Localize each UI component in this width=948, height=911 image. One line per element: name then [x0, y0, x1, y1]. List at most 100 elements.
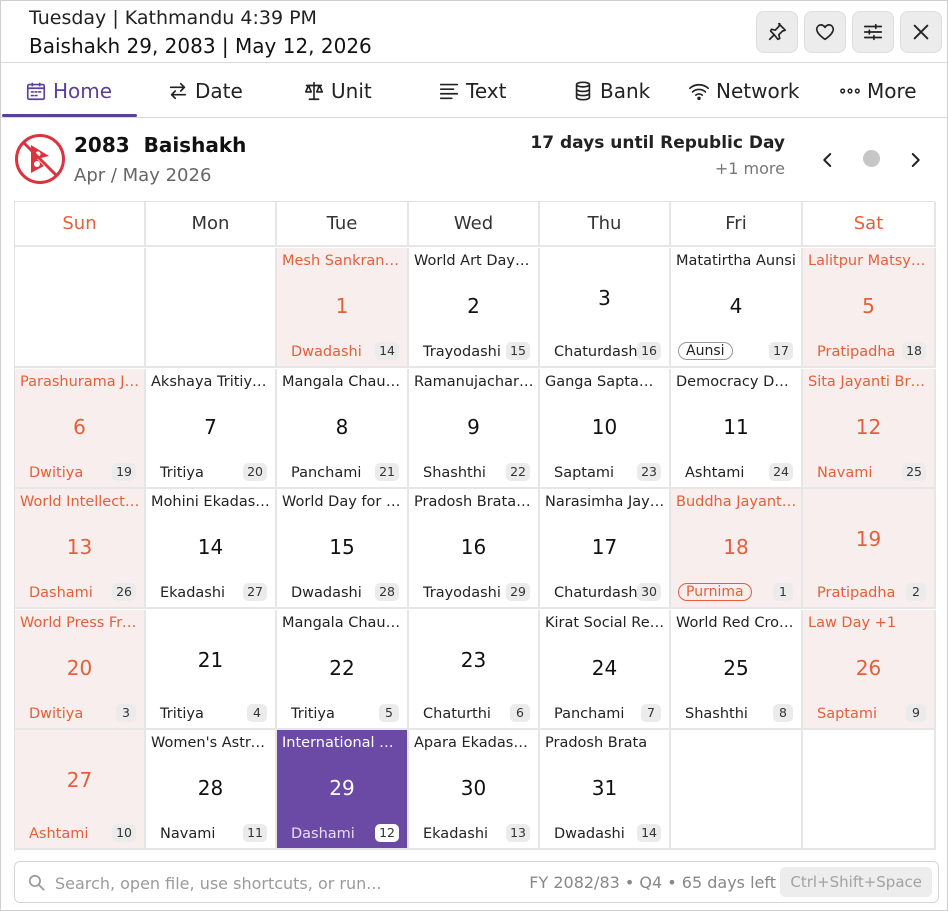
tab-unit-label: Unit — [331, 79, 372, 103]
day-cell[interactable]: Kirat Social Refo... 24 Panchami 7 — [540, 609, 671, 730]
day-cell[interactable]: World Intellectu... 13 Dashami 26 — [15, 489, 146, 609]
day-event: Apara Ekadashi... — [414, 735, 534, 751]
day-cell[interactable]: Ramanujachary... 9 Shashthi 22 — [409, 368, 540, 489]
next-month-button[interactable] — [900, 145, 930, 175]
day-number: 29 — [329, 776, 355, 800]
day-cell[interactable]: 19 Pratipadha 2 — [803, 489, 936, 609]
day-cell[interactable]: Lalitpur Matsye... 5 Pratipadha 18 — [803, 248, 936, 368]
month-title: 2083 Baishakh — [74, 133, 247, 157]
day-event: International N... — [282, 735, 403, 751]
tab-more[interactable]: More — [839, 64, 917, 118]
day-tithi: Saptami — [817, 705, 878, 722]
chevron-left-icon — [823, 153, 832, 167]
day-cell[interactable]: Buddha Jayanti... 18 Purnima 1 — [671, 489, 803, 609]
day-number: 14 — [197, 535, 224, 559]
more-events-link[interactable]: +1 more — [715, 159, 785, 178]
day-cell[interactable]: 21 Tritiya 4 — [146, 609, 277, 730]
day-cell[interactable]: Apara Ekadashi... 30 Ekadashi 13 — [409, 730, 540, 850]
upcoming-event[interactable]: 17 days until Republic Day — [530, 133, 785, 153]
day-event: Lalitpur Matsye... — [808, 253, 930, 269]
day-number: 9 — [467, 414, 480, 439]
tab-date[interactable]: Date — [167, 64, 243, 118]
prev-month-button[interactable] — [813, 145, 843, 175]
day-event: Pradosh Brata +1 — [414, 494, 534, 510]
day-tithi: Saptami — [554, 464, 615, 481]
day-number: 21 — [197, 647, 224, 672]
day-number: 2 — [467, 294, 480, 318]
day-tithi: Dashami — [291, 826, 355, 842]
day-cell[interactable]: Narasimha Jaya... 17 Chaturdashi 30 — [540, 489, 671, 609]
day-tithi: Dwitiya — [29, 464, 84, 481]
favorite-button[interactable] — [804, 11, 846, 53]
day-event: World Press Fre... — [20, 614, 140, 631]
tab-bank[interactable]: Bank — [572, 64, 650, 118]
settings-button[interactable] — [852, 11, 894, 53]
calendar-icon — [26, 82, 46, 101]
day-cell[interactable]: Pradosh Brata +1 16 Trayodashi 29 — [409, 489, 540, 609]
day-tithi: Shashthi — [423, 464, 486, 481]
nepali-day-badge: 28 — [375, 583, 399, 601]
day-cell[interactable]: World Red Cros... 25 Shashthi 8 — [671, 609, 803, 730]
nepali-day-badge: 27 — [243, 583, 267, 601]
search-input[interactable] — [55, 870, 525, 896]
nepali-day-badge: 6 — [510, 703, 530, 722]
day-cell[interactable]: World Press Fre... 20 Dwitiya 3 — [15, 609, 146, 730]
weekday-header: Mon — [146, 202, 277, 247]
database-icon — [575, 81, 591, 101]
day-event: Matatirtha Aunsi — [676, 253, 796, 269]
nepali-day-badge: 22 — [506, 462, 530, 481]
sliders-icon — [863, 23, 883, 41]
tab-text[interactable]: Text — [438, 64, 506, 118]
tab-unit[interactable]: Unit — [303, 64, 372, 118]
today-dot-button[interactable] — [863, 150, 880, 167]
weekday-header: Sat — [803, 202, 936, 247]
day-cell[interactable]: Mohini Ekadash... 14 Ekadashi 27 — [146, 489, 277, 609]
weekday-header: Thu — [540, 202, 671, 247]
more-dots-icon — [840, 88, 860, 94]
month-subtitle: Apr / May 2026 — [74, 165, 212, 186]
day-cell[interactable]: World Art Day +2 2 Trayodashi 15 — [409, 248, 540, 368]
day-event: Mesh Sankranti... — [282, 253, 403, 269]
day-number: 18 — [723, 535, 749, 559]
day-cell[interactable]: World Day for S... 15 Dwadashi 28 — [277, 489, 409, 609]
day-cell[interactable]: Matatirtha Aunsi 4 Aunsi 17 — [671, 248, 803, 368]
nepali-day-badge: 4 — [247, 703, 267, 722]
weekday-header: Tue — [277, 202, 409, 247]
day-cell[interactable]: Women's Astrol... 28 Navami 11 — [146, 730, 277, 850]
scale-icon — [304, 81, 324, 101]
day-cell[interactable]: 23 Chaturthi 6 — [409, 609, 540, 730]
day-number: 17 — [591, 535, 618, 559]
day-cell[interactable]: Pradosh Brata 31 Dwadashi 14 — [540, 730, 671, 850]
tab-more-label: More — [867, 79, 917, 103]
day-event: Pradosh Brata — [545, 735, 648, 751]
day-cell-today[interactable]: International N... 29 Dashami 12 — [277, 730, 409, 850]
tab-home[interactable]: Home — [25, 64, 112, 118]
day-cell[interactable]: Mangala Chaut... 8 Panchami 21 — [277, 368, 409, 489]
day-event: Women's Astrol... — [151, 735, 271, 751]
day-event: World Intellectu... — [20, 494, 140, 510]
day-tithi: Dwadashi — [554, 826, 625, 842]
empty-day-cell — [803, 730, 936, 850]
day-cell[interactable]: Mesh Sankranti... 1 Dwadashi 14 — [277, 248, 409, 368]
day-cell[interactable]: Law Day +1 26 Saptami 9 — [803, 609, 936, 730]
day-cell[interactable]: 3 Chaturdashi 16 — [540, 248, 671, 368]
day-tithi: Shashthi — [685, 705, 748, 722]
day-cell[interactable]: Akshaya Tritiya... 7 Tritiya 20 — [146, 368, 277, 489]
day-cell[interactable]: Sita Jayanti Brat... 12 Navami 25 — [803, 368, 936, 489]
tab-network[interactable]: Network — [688, 64, 800, 118]
day-number: 5 — [862, 294, 875, 318]
day-number: 8 — [335, 414, 349, 439]
close-button[interactable] — [900, 11, 942, 53]
day-event: Sita Jayanti Brat... — [808, 373, 930, 390]
day-cell[interactable]: Ganga Saptami... 10 Saptami 23 — [540, 368, 671, 489]
day-tithi: Navami — [160, 826, 216, 842]
day-cell[interactable]: Democracy Day... 11 Ashtami 24 — [671, 368, 803, 489]
day-cell[interactable]: 27 Ashtami 10 — [15, 730, 146, 850]
day-cell[interactable]: Mangala Chaut... 22 Tritiya 5 — [277, 609, 409, 730]
day-cell[interactable]: Parashurama Ja... 6 Dwitiya 19 — [15, 368, 146, 489]
day-number: 16 — [460, 535, 487, 559]
heart-icon — [815, 24, 835, 41]
day-tithi: Dashami — [29, 585, 93, 601]
day-event: Mangala Chaut... — [282, 373, 403, 390]
pin-button[interactable] — [756, 11, 798, 53]
